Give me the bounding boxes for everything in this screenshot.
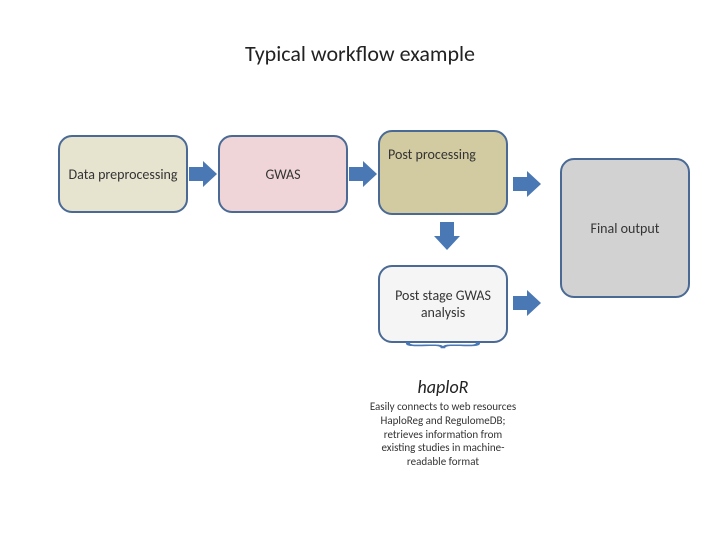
arrow-right-icon: [189, 161, 217, 187]
box-post-stage-gwas: Post stage GWAS analysis: [378, 265, 508, 343]
box-data-preprocessing: Data preprocessing: [58, 135, 188, 213]
haplor-description: Easily connects to web resources HaploRe…: [368, 400, 518, 469]
arrow-right-icon: [513, 290, 541, 316]
diagram-title: Typical workflow example: [0, 40, 720, 67]
arrow-right-icon: [349, 161, 377, 187]
box-gwas: GWAS: [218, 135, 348, 213]
box-post-processing: Post processing: [378, 130, 508, 215]
box-final-output: Final output: [560, 158, 690, 298]
arrow-down-icon: [434, 222, 460, 250]
arrow-right-icon: [513, 171, 541, 197]
haplor-label: haploR: [378, 376, 508, 398]
curly-brace-icon: ︸: [248, 346, 638, 362]
